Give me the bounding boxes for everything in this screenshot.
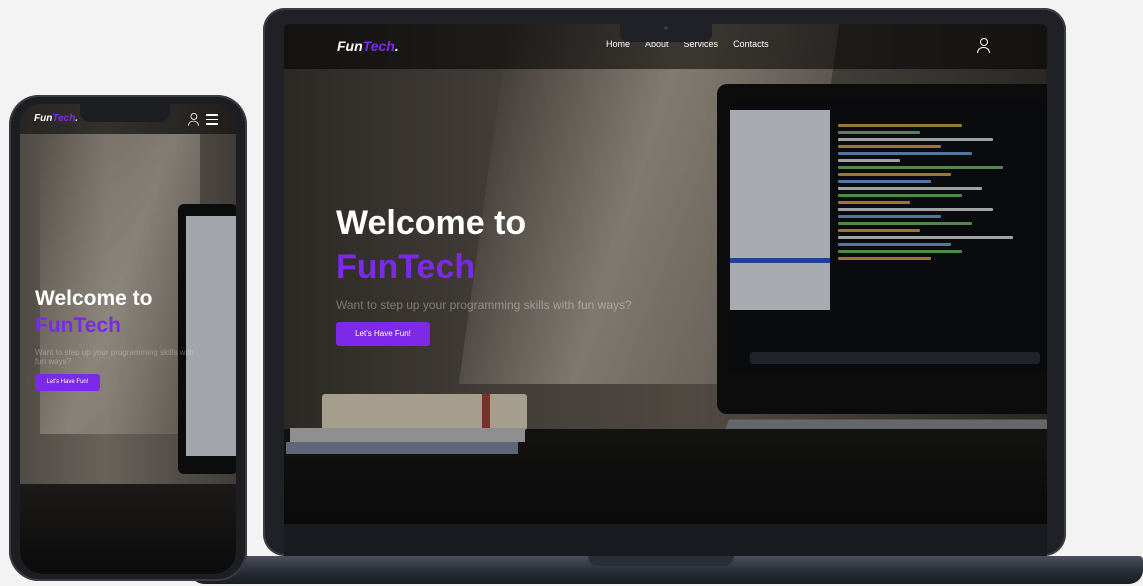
hero-subtitle: Want to step up your programming skills …	[336, 298, 632, 312]
laptop-notch	[620, 22, 712, 42]
hero-title: Welcome to	[336, 204, 527, 242]
logo[interactable]: FunTech.	[34, 113, 78, 124]
laptop-base	[190, 556, 1143, 584]
user-icon[interactable]	[977, 38, 990, 53]
hero-title: Welcome to	[35, 287, 153, 310]
hero-subtitle: Want to step up your programming skills …	[35, 348, 194, 366]
hamburger-menu-icon[interactable]	[206, 114, 218, 125]
logo[interactable]: FunTech.	[337, 38, 399, 54]
cta-button[interactable]: Let's Have Fun!	[35, 374, 100, 391]
phone-notch	[80, 104, 170, 122]
nav-contacts[interactable]: Contacts	[733, 39, 769, 49]
phone-screen: FunTech. Welcome to FunTech Want to step…	[20, 104, 236, 574]
cta-button[interactable]: Let's Have Fun!	[336, 322, 430, 346]
hero-brand: FunTech	[35, 314, 121, 337]
hero-brand: FunTech	[336, 248, 476, 286]
laptop-screen: FunTech. Home About Services Contacts We…	[284, 24, 1047, 524]
user-icon[interactable]	[187, 113, 200, 126]
camera	[664, 26, 668, 30]
laptop-chin	[284, 524, 1047, 556]
hero-overlay	[20, 104, 236, 574]
